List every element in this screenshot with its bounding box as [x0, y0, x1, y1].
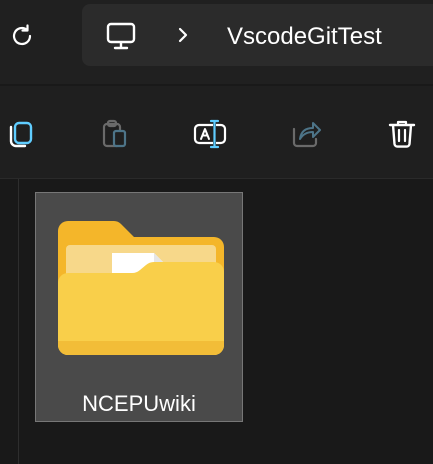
share-button[interactable] — [286, 114, 326, 154]
delete-button[interactable] — [382, 114, 422, 154]
folder-item[interactable]: NCEPUwiki — [35, 192, 243, 422]
command-toolbar — [0, 86, 433, 178]
chevron-right-icon[interactable] — [172, 24, 194, 46]
navigation-pane-edge[interactable] — [18, 179, 19, 464]
copy-icon — [9, 121, 33, 148]
paste-icon — [102, 119, 127, 148]
rename-button[interactable] — [190, 114, 230, 154]
refresh-button[interactable] — [4, 18, 40, 54]
rename-icon — [193, 119, 227, 149]
delete-icon — [388, 120, 416, 148]
paste-button[interactable] — [94, 114, 134, 154]
file-list-area[interactable]: NCEPUwiki — [0, 179, 433, 464]
breadcrumb-item[interactable]: VscodeGitTest — [227, 23, 382, 51]
folder-icon — [58, 221, 224, 355]
file-explorer-window: VscodeGitTest NCEPUwiki — [0, 0, 433, 464]
address-bar[interactable]: VscodeGitTest — [82, 4, 433, 66]
share-icon — [292, 122, 321, 148]
refresh-icon — [12, 24, 32, 46]
folder-name: NCEPUwiki — [82, 391, 196, 416]
copy-button[interactable] — [0, 114, 40, 154]
address-row: VscodeGitTest — [0, 0, 433, 84]
pc-icon[interactable] — [104, 19, 138, 53]
